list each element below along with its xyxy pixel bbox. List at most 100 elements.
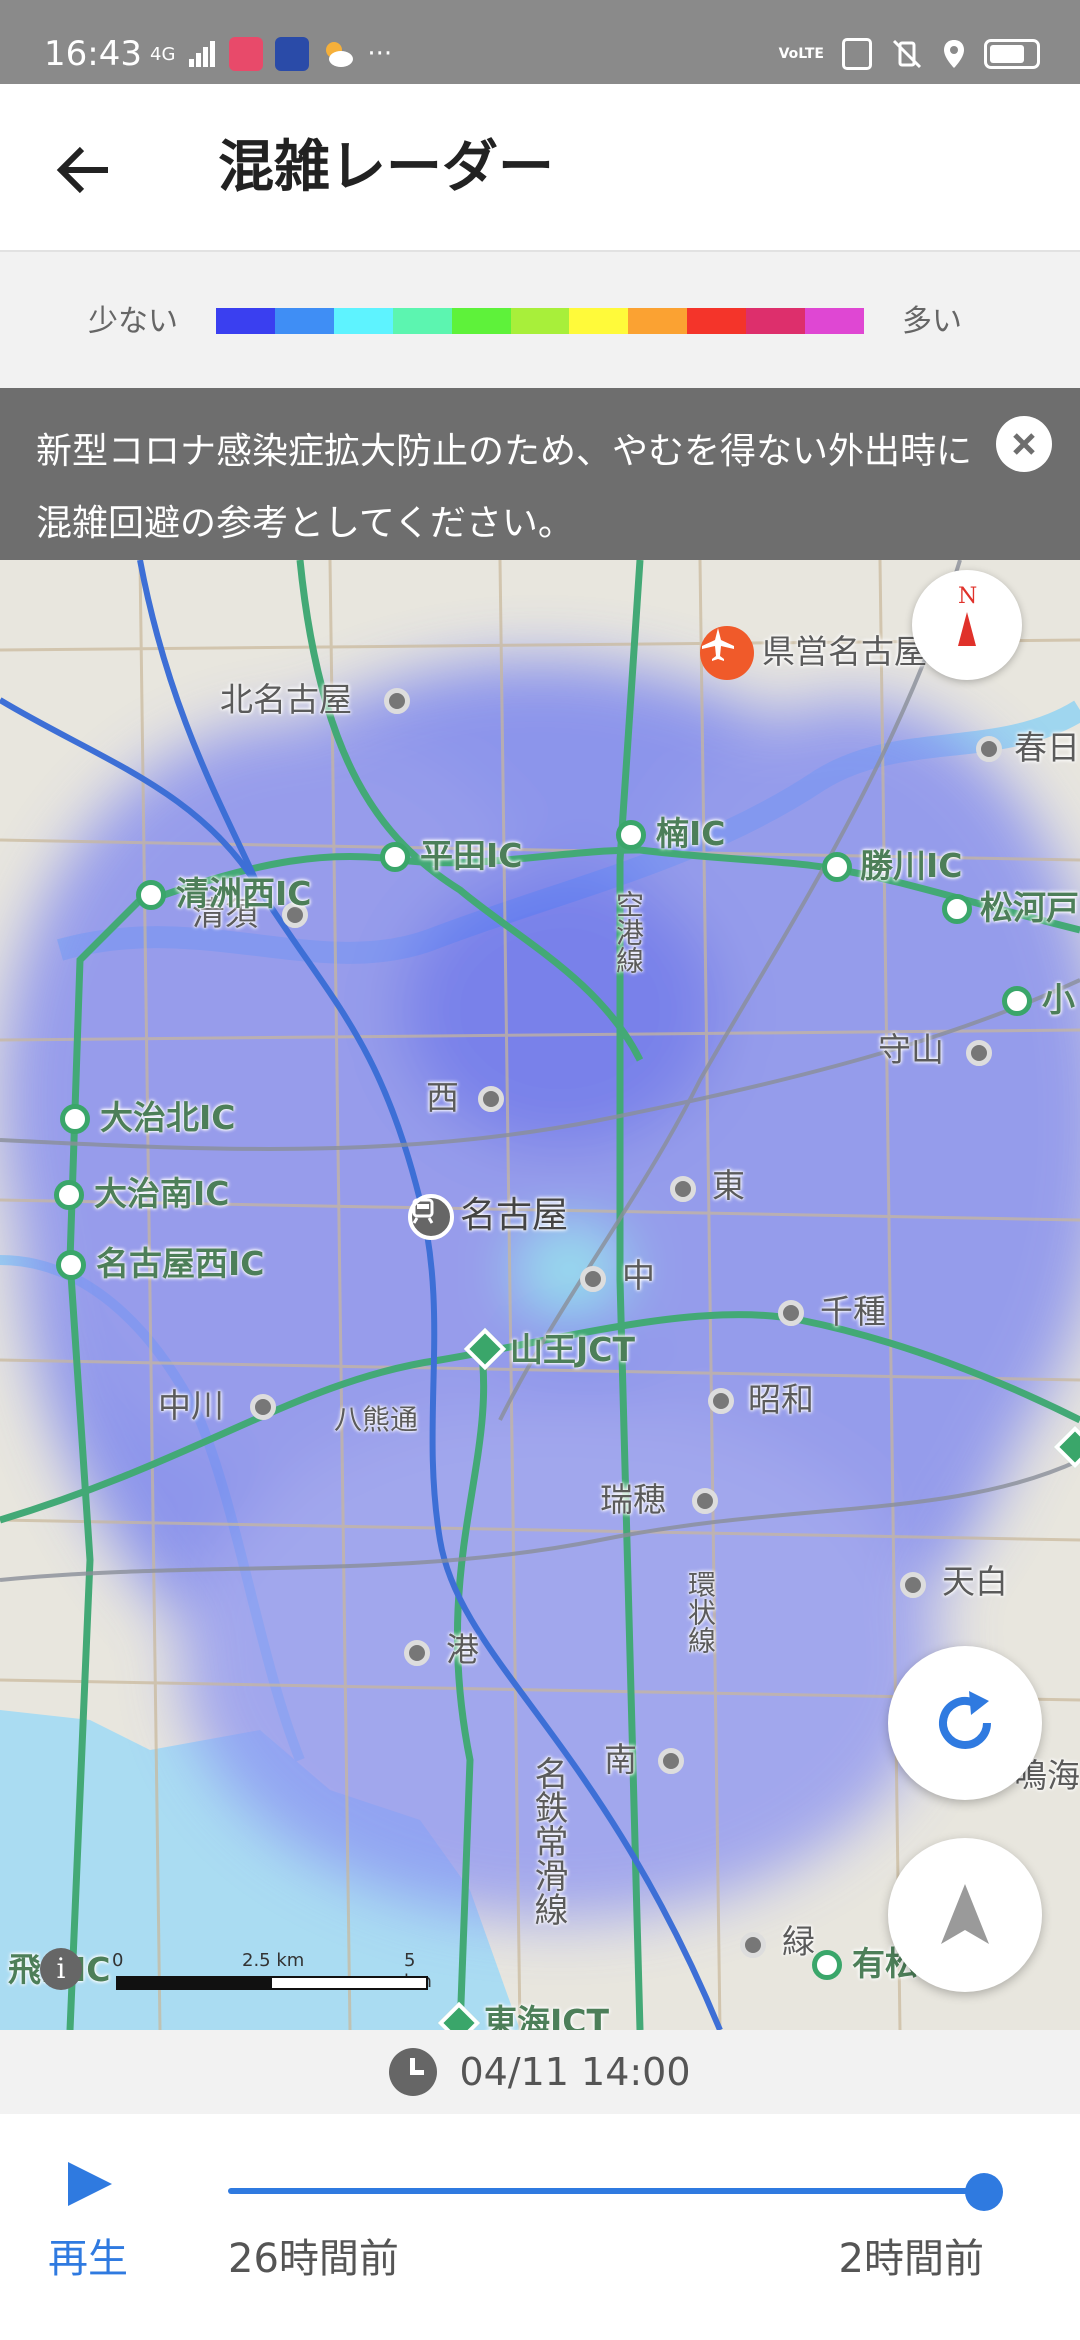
- label-tempaku: 天白: [942, 1562, 1008, 1601]
- label-meitetsu-tokoname: 名鉄常滑線: [528, 1756, 568, 1926]
- news-notification-icon: [275, 37, 310, 71]
- current-time: 04/11 14:00: [459, 2050, 691, 2094]
- station-dot: [708, 1388, 734, 1414]
- legend-color-swatch: [392, 308, 452, 334]
- ic-marker: [812, 1950, 842, 1980]
- timeline-slider[interactable]: [228, 2188, 984, 2194]
- legend-color-swatch: [451, 308, 511, 334]
- compass-needle-icon: [958, 612, 976, 646]
- ic-marker: [616, 820, 646, 850]
- timeline-slider-thumb[interactable]: [965, 2173, 1003, 2211]
- label-chikusa: 千種: [820, 1292, 886, 1331]
- station-dot: [404, 1640, 430, 1666]
- vibrate-icon: [890, 39, 924, 69]
- weather-icon: [321, 37, 355, 71]
- app-notification-icon: [229, 37, 264, 71]
- label-kita-nagoya: 北名古屋: [220, 680, 352, 719]
- notice-text: 新型コロナ感染症拡大防止のため、やむを得ない外出時に混雑回避の参考としてください…: [36, 431, 973, 544]
- label-minami: 南: [604, 1740, 637, 1779]
- legend-color-scale: [216, 308, 864, 334]
- map-scale-bar: 0 2.5 km 5 km: [112, 1950, 442, 2000]
- map-info-icon[interactable]: i: [40, 1948, 82, 1990]
- label-tokai-jct: 東海JCT: [484, 2002, 610, 2030]
- label-hirata-ic: 平田IC: [420, 836, 523, 875]
- refresh-button[interactable]: [888, 1646, 1042, 1800]
- location-status-icon: [942, 38, 966, 70]
- legend-color-swatch: [216, 308, 275, 334]
- legend-color-swatch: [805, 308, 864, 334]
- legend-high-label: 多い: [902, 304, 962, 339]
- current-location-button[interactable]: [888, 1838, 1042, 1992]
- label-hachiman: 八熊通: [334, 1403, 419, 1436]
- slider-start-label: 26時間前: [228, 2236, 399, 2282]
- label-kasugai: 春日: [1014, 728, 1080, 767]
- battery-icon: [984, 39, 1040, 69]
- status-time: 16:43: [44, 34, 142, 74]
- ic-marker: [136, 880, 166, 910]
- label-mizuho: 瑞穂: [600, 1480, 666, 1519]
- label-naka: 中: [622, 1256, 655, 1295]
- legend-color-swatch: [746, 308, 806, 334]
- status-notification-icons: 4G ···: [150, 34, 392, 74]
- label-midori: 緑: [782, 1922, 815, 1961]
- label-ko: 小: [1042, 980, 1075, 1019]
- legend-low-label: 少ない: [88, 304, 178, 339]
- station-dot: [778, 1300, 804, 1326]
- arrow-left-icon: [56, 146, 108, 194]
- network-type-label: 4G: [150, 43, 176, 65]
- label-sanno-jct: 山王JCT: [510, 1330, 636, 1369]
- station-dot: [384, 688, 410, 714]
- close-icon: [1013, 433, 1035, 455]
- refresh-icon: [939, 1691, 991, 1749]
- volte-icon: VoLTE: [778, 46, 824, 62]
- compass-button[interactable]: N: [912, 570, 1022, 680]
- congestion-legend: 少ない 多い: [0, 254, 1080, 388]
- label-nagoya-nishi-ic: 名古屋西IC: [96, 1244, 265, 1283]
- time-row: 04/11 14:00: [0, 2030, 1080, 2114]
- clock-icon: [389, 2048, 438, 2096]
- label-nagoya: 名古屋: [460, 1195, 569, 1236]
- nfc-icon: [842, 38, 872, 70]
- status-bar: 16:43 4G ··· VoLTE: [0, 0, 1080, 84]
- label-kiyosu-nishi-ic: 清洲西IC: [176, 874, 312, 913]
- notice-banner: 新型コロナ感染症拡大防止のため、やむを得ない外出時に混雑回避の参考としてください…: [0, 388, 1080, 560]
- back-button[interactable]: [48, 134, 120, 206]
- scale-mid: 2.5 km: [242, 1950, 305, 1971]
- label-higashi: 東: [712, 1166, 745, 1205]
- station-dot: [740, 1932, 766, 1958]
- station-dot: [658, 1748, 684, 1774]
- notice-close-button[interactable]: [996, 416, 1052, 472]
- legend-color-swatch: [510, 308, 570, 334]
- label-nakagawa: 中川: [158, 1386, 224, 1425]
- ic-marker: [380, 842, 410, 872]
- label-oharu-kita-ic: 大治北IC: [100, 1098, 236, 1137]
- station-dot: [692, 1488, 718, 1514]
- label-matsukawado: 松河戸: [980, 888, 1079, 927]
- station-dot: [966, 1040, 992, 1066]
- scale-zero: 0: [112, 1950, 124, 1971]
- ic-marker: [56, 1250, 86, 1280]
- label-moriyama: 守山: [878, 1030, 944, 1069]
- label-nishi: 西: [426, 1078, 459, 1117]
- page-title: 混雑レーダー: [218, 135, 554, 200]
- legend-color-swatch: [569, 308, 629, 334]
- ic-marker: [822, 852, 852, 882]
- navigation-arrow-icon: [941, 1884, 989, 1944]
- slider-end-label: 2時間前: [838, 2236, 984, 2282]
- play-label: 再生: [48, 2236, 128, 2282]
- label-kusunoki-ic: 楠IC: [656, 814, 726, 853]
- ic-marker: [1002, 986, 1032, 1016]
- ic-marker: [54, 1180, 84, 1210]
- app-header: 混雑レーダー: [0, 84, 1080, 252]
- ic-marker: [60, 1104, 90, 1134]
- signal-icon: [187, 39, 217, 69]
- station-dot: [900, 1572, 926, 1598]
- scale-bar-graphic: [116, 1976, 428, 1990]
- congestion-map[interactable]: 県営名古屋空港 北名古屋 春日 清須 守山 西 名古屋 東 中 千種 昭和 中川…: [0, 560, 1080, 2030]
- rail-station-icon: [408, 1194, 454, 1240]
- ic-marker: [942, 894, 972, 924]
- label-oharu-minami-ic: 大治南IC: [94, 1174, 230, 1213]
- station-dot: [670, 1176, 696, 1202]
- legend-color-swatch: [628, 308, 688, 334]
- play-button[interactable]: 再生: [44, 2162, 144, 2312]
